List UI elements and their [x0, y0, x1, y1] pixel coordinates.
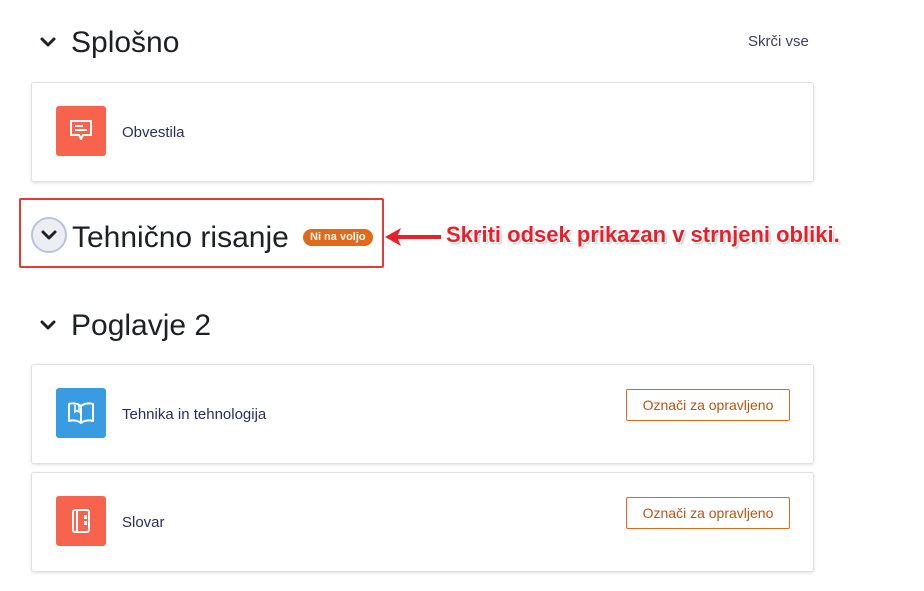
activity-card: Slovar Označi za opravljeno	[31, 472, 814, 572]
chevron-down-icon	[41, 230, 57, 240]
chevron-down-icon	[40, 320, 56, 330]
section-title[interactable]: Splošno	[71, 25, 179, 61]
book-icon	[56, 388, 106, 438]
activity-card: Obvestila	[31, 82, 814, 182]
section-toggle-chevron[interactable]	[38, 32, 58, 52]
activity-link-slovar[interactable]: Slovar	[122, 514, 165, 531]
mark-done-button[interactable]: Označi za opravljeno	[626, 497, 790, 529]
annotation-text: Skriti odsek prikazan v strnjeni obliki.	[446, 222, 840, 247]
section-toggle-collapsed[interactable]	[31, 217, 67, 253]
section-title[interactable]: Tehnično risanje	[72, 220, 289, 256]
activity-link-tehnika[interactable]: Tehnika in tehnologija	[122, 406, 266, 423]
chevron-down-icon	[40, 37, 56, 47]
mark-done-button[interactable]: Označi za opravljeno	[626, 389, 790, 421]
activity-card: Tehnika in tehnologija Označi za opravlj…	[31, 364, 814, 464]
glossary-icon	[56, 496, 106, 546]
section-toggle-chevron[interactable]	[38, 315, 58, 335]
arrow-icon	[385, 228, 441, 246]
not-available-badge: Ni na voljo	[303, 229, 373, 246]
announcement-icon	[56, 106, 106, 156]
section-title[interactable]: Poglavje 2	[71, 308, 211, 344]
collapse-all-link[interactable]: Skrči vse	[748, 33, 809, 50]
activity-link-obvestila[interactable]: Obvestila	[122, 124, 185, 141]
